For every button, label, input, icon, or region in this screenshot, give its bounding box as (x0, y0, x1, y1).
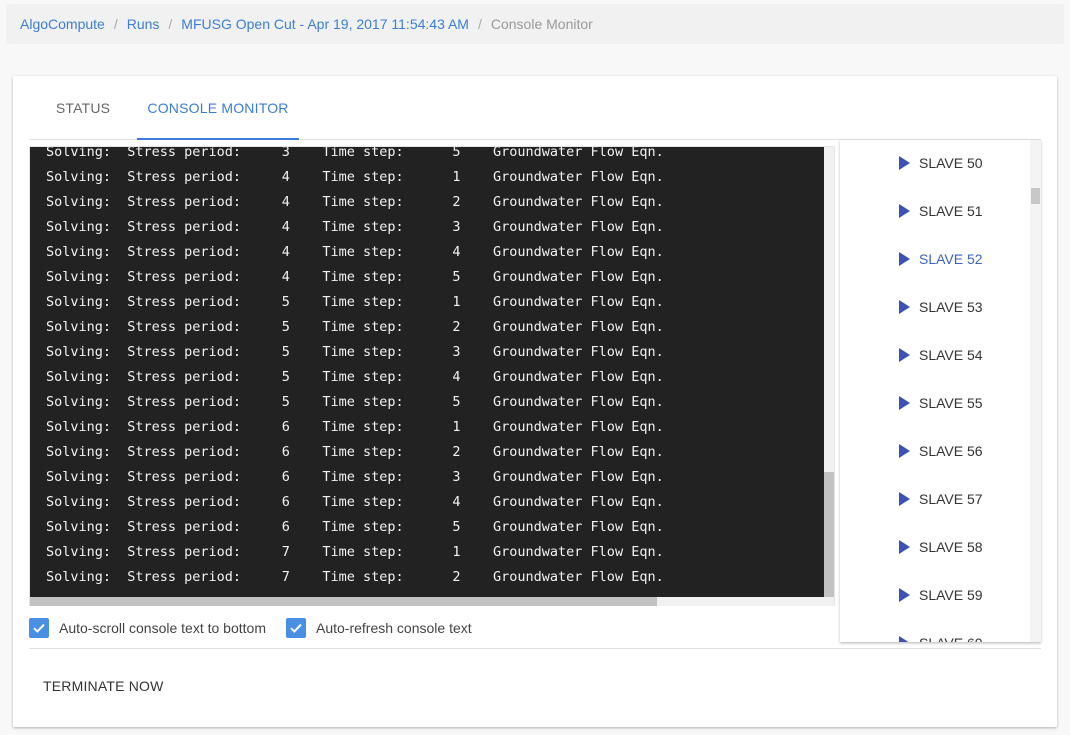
slave-item[interactable]: SLAVE 51 (840, 187, 1030, 235)
slave-item[interactable]: SLAVE 54 (840, 331, 1030, 379)
terminate-now-button[interactable]: TERMINATE NOW (29, 668, 171, 704)
breadcrumb-separator: / (477, 16, 482, 32)
checkbox-checked-icon[interactable] (286, 618, 306, 638)
console-panel: Solving: Stress period: 3 Time step: 5 G… (29, 146, 835, 606)
play-triangle-icon (899, 636, 910, 642)
slave-item-label: SLAVE 55 (919, 395, 983, 411)
slave-item-label: SLAVE 59 (919, 587, 983, 603)
breadcrumb-runs[interactable]: Runs (127, 16, 160, 32)
slave-list-scrollbar[interactable] (1030, 140, 1041, 642)
slave-item-label: SLAVE 51 (919, 203, 983, 219)
console-vertical-scrollbar[interactable] (824, 147, 834, 597)
tab-bar: STATUS CONSOLE MONITOR (29, 76, 1041, 140)
breadcrumb-run[interactable]: MFUSG Open Cut - Apr 19, 2017 11:54:43 A… (181, 16, 469, 32)
console-line: Solving: Stress period: 4 Time step: 5 G… (46, 269, 664, 285)
console-line: Solving: Stress period: 4 Time step: 1 G… (46, 169, 664, 185)
slave-item-label: SLAVE 52 (919, 251, 983, 267)
console-line: Solving: Stress period: 5 Time step: 5 G… (46, 394, 664, 410)
slave-item[interactable]: SLAVE 55 (840, 379, 1030, 427)
console-line: Solving: Stress period: 5 Time step: 3 G… (46, 344, 664, 360)
divider (29, 648, 1041, 649)
slave-item-label: SLAVE 58 (919, 539, 983, 555)
play-triangle-icon (899, 396, 910, 410)
console-line: Solving: Stress period: 5 Time step: 1 G… (46, 294, 664, 310)
play-triangle-icon (899, 588, 910, 602)
slave-item-label: SLAVE 50 (919, 155, 983, 171)
breadcrumb: AlgoCompute / Runs / MFUSG Open Cut - Ap… (6, 4, 1064, 44)
play-triangle-icon (899, 156, 910, 170)
autoscroll-label: Auto-scroll console text to bottom (59, 620, 266, 636)
console-line: Solving: Stress period: 3 Time step: 5 G… (46, 147, 664, 160)
slave-list-scroll-thumb[interactable] (1031, 188, 1040, 204)
play-triangle-icon (899, 204, 910, 218)
console-line: Solving: Stress period: 7 Time step: 1 G… (46, 544, 664, 560)
slave-item[interactable]: SLAVE 56 (840, 427, 1030, 475)
console-text: Solving: Stress period: 3 Time step: 5 G… (46, 147, 664, 590)
slave-item[interactable]: SLAVE 60 (840, 619, 1030, 642)
autorefresh-checkbox[interactable]: Auto-refresh console text (286, 618, 472, 638)
play-triangle-icon (899, 492, 910, 506)
autoscroll-checkbox[interactable]: Auto-scroll console text to bottom (29, 618, 266, 638)
console-line: Solving: Stress period: 6 Time step: 1 G… (46, 419, 664, 435)
slave-item-label: SLAVE 53 (919, 299, 983, 315)
slave-item[interactable]: SLAVE 58 (840, 523, 1030, 571)
slave-item-label: SLAVE 57 (919, 491, 983, 507)
tab-console-monitor[interactable]: CONSOLE MONITOR (137, 76, 299, 140)
slave-list: SLAVE 50 SLAVE 51 SLAVE 52 SLAVE 53 SLAVE 54… (840, 140, 1041, 642)
slave-item[interactable]: SLAVE 57 (840, 475, 1030, 523)
console-line: Solving: Stress period: 7 Time step: 2 G… (46, 569, 664, 585)
console-line: Solving: Stress period: 4 Time step: 4 G… (46, 244, 664, 260)
console-options: Auto-scroll console text to bottom Auto-… (29, 618, 472, 638)
slave-item-label: SLAVE 56 (919, 443, 983, 459)
play-triangle-icon (899, 540, 910, 554)
play-triangle-icon (899, 300, 910, 314)
breadcrumb-current: Console Monitor (490, 16, 593, 32)
breadcrumb-separator: / (113, 16, 118, 32)
play-triangle-icon (899, 252, 910, 266)
slave-item-label: SLAVE 60 (919, 635, 983, 642)
play-triangle-icon (899, 444, 910, 458)
console-line: Solving: Stress period: 4 Time step: 2 G… (46, 194, 664, 210)
console-line: Solving: Stress period: 5 Time step: 2 G… (46, 319, 664, 335)
autorefresh-label: Auto-refresh console text (316, 620, 472, 636)
breadcrumb-algocompute[interactable]: AlgoCompute (20, 16, 105, 32)
tab-status[interactable]: STATUS (29, 76, 137, 139)
console-line: Solving: Stress period: 6 Time step: 2 G… (46, 444, 664, 460)
console-horizontal-scrollbar[interactable] (30, 597, 834, 606)
slave-item[interactable]: SLAVE 52 (840, 235, 1030, 283)
console-output[interactable]: Solving: Stress period: 3 Time step: 5 G… (30, 147, 824, 597)
slave-item-label: SLAVE 54 (919, 347, 983, 363)
console-line: Solving: Stress period: 6 Time step: 3 G… (46, 469, 664, 485)
breadcrumb-separator: / (168, 16, 173, 32)
console-line: Solving: Stress period: 6 Time step: 4 G… (46, 494, 664, 510)
console-line: Solving: Stress period: 4 Time step: 3 G… (46, 219, 664, 235)
play-triangle-icon (899, 348, 910, 362)
console-line: Solving: Stress period: 6 Time step: 5 G… (46, 519, 664, 535)
slave-item[interactable]: SLAVE 59 (840, 571, 1030, 619)
checkbox-checked-icon[interactable] (29, 618, 49, 638)
console-line: Solving: Stress period: 5 Time step: 4 G… (46, 369, 664, 385)
slave-item[interactable]: SLAVE 50 (840, 140, 1030, 187)
console-horizontal-scroll-thumb[interactable] (30, 597, 657, 606)
slave-item[interactable]: SLAVE 53 (840, 283, 1030, 331)
console-monitor-card: STATUS CONSOLE MONITOR Solving: Stress p… (13, 76, 1057, 727)
console-vertical-scroll-thumb[interactable] (824, 472, 834, 597)
